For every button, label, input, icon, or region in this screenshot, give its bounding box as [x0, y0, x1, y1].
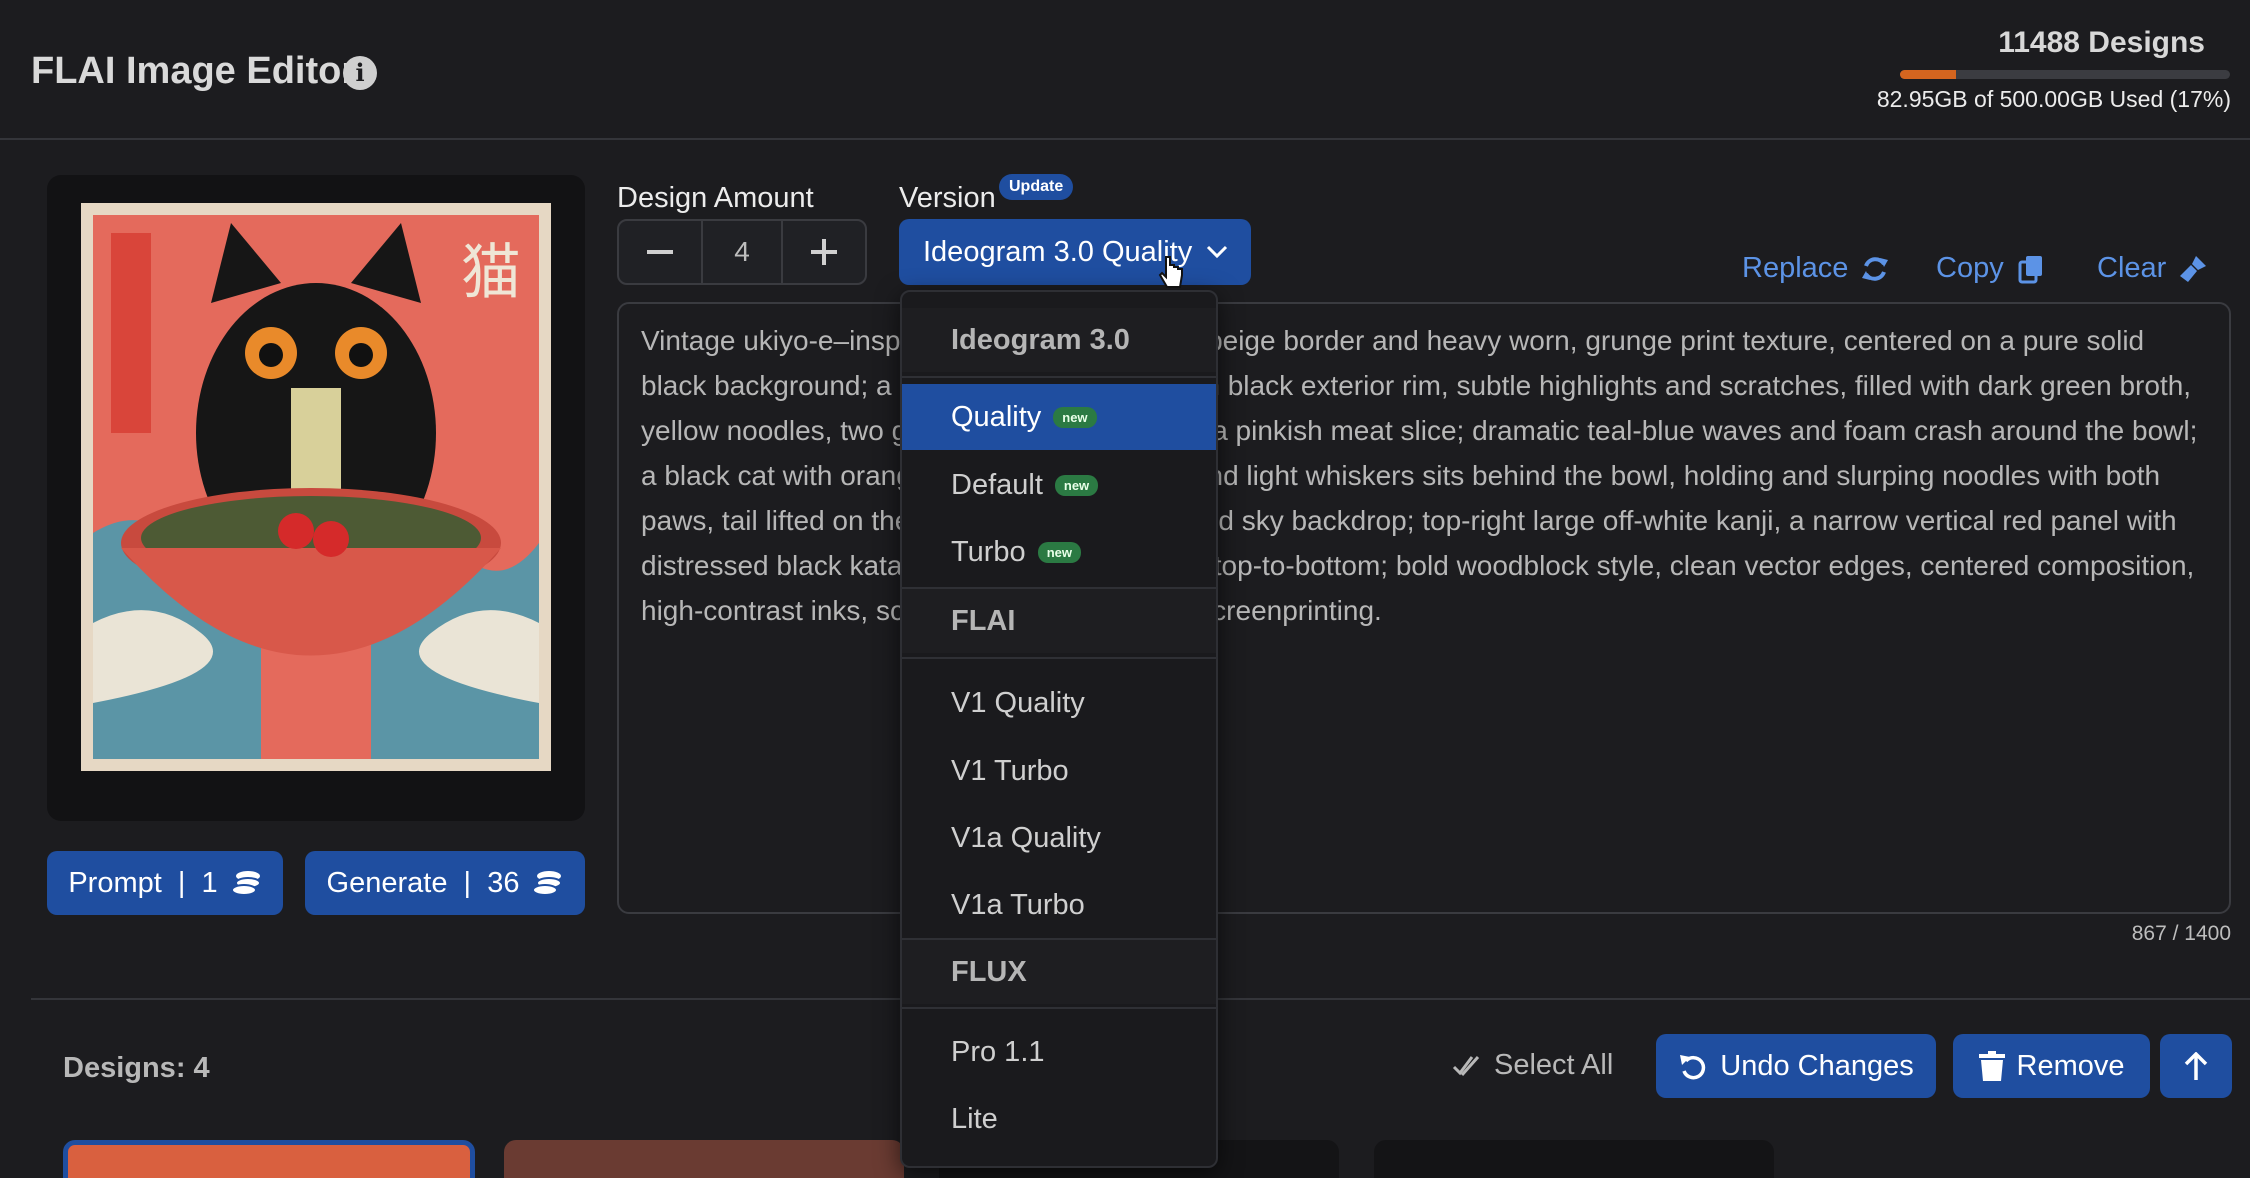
coins-icon: [532, 871, 563, 896]
new-badge: new: [1037, 541, 1081, 563]
check-double-icon: [1452, 1055, 1480, 1076]
scroll-up-button[interactable]: [2160, 1034, 2232, 1098]
refresh-icon: [1862, 256, 1889, 281]
info-icon[interactable]: i: [343, 56, 377, 90]
design-thumbnail[interactable]: [504, 1140, 904, 1178]
update-badge[interactable]: Update: [999, 174, 1074, 200]
dropdown-group-flux: FLUX: [902, 940, 1216, 1004]
dropdown-group-flai: FLAI: [902, 589, 1216, 653]
dropdown-item-label: Turbo: [951, 535, 1026, 568]
brush-icon: [2180, 255, 2207, 282]
svg-text:猫: 猫: [461, 238, 521, 308]
prompt-textarea[interactable]: Vintage ukiyo-e–inspired poster with an …: [617, 302, 2231, 914]
design-preview[interactable]: 猫: [47, 175, 585, 821]
arrow-up-icon: [2184, 1052, 2208, 1080]
new-badge: new: [1054, 474, 1099, 496]
dropdown-item-ideogram-turbo[interactable]: Turbo new: [902, 519, 1216, 585]
storage-progress-bar: [1900, 70, 2230, 79]
remove-label: Remove: [2016, 1049, 2125, 1082]
char-count: 867 / 1400: [2131, 922, 2231, 945]
version-selected-value: Ideogram 3.0 Quality: [923, 235, 1193, 268]
new-badge: new: [1053, 406, 1097, 428]
undo-label: Undo Changes: [1720, 1049, 1914, 1082]
dropdown-item-label: V1 Turbo: [951, 754, 1069, 787]
dropdown-item-lite[interactable]: Lite: [902, 1086, 1216, 1152]
design-amount-value[interactable]: 4: [701, 221, 783, 283]
version-select[interactable]: Ideogram 3.0 Quality: [899, 219, 1251, 285]
version-label: Version: [899, 182, 996, 214]
trash-icon: [1978, 1051, 2005, 1081]
undo-icon: [1680, 1055, 1706, 1080]
undo-changes-button[interactable]: Undo Changes: [1656, 1034, 1936, 1098]
chevron-down-icon: [1207, 245, 1228, 259]
dropdown-item-v1-turbo[interactable]: V1 Turbo: [902, 738, 1216, 804]
select-all-label: Select All: [1494, 1049, 1614, 1081]
replace-button[interactable]: Replace: [1742, 252, 1890, 285]
minus-icon: [647, 250, 673, 254]
coins-icon: [230, 871, 261, 896]
plus-icon: [811, 239, 837, 265]
dropdown-item-label: Default: [951, 468, 1043, 501]
dropdown-item-v1a-quality[interactable]: V1a Quality: [902, 805, 1216, 871]
copy-label: Copy: [1936, 252, 2004, 284]
prompt-button[interactable]: Prompt | 1: [47, 851, 283, 915]
clear-button[interactable]: Clear: [2097, 252, 2208, 285]
poster-image: 猫: [81, 203, 551, 771]
dropdown-group-ideogram: Ideogram 3.0: [902, 308, 1216, 372]
app-title: FLAI Image Editor: [31, 50, 357, 92]
dropdown-divider: [902, 657, 1216, 659]
dropdown-item-label: V1a Quality: [951, 821, 1101, 854]
clear-label: Clear: [2097, 252, 2167, 284]
design-amount-stepper[interactable]: 4: [617, 219, 867, 285]
generate-button-label: Generate | 36: [326, 866, 520, 899]
remove-button[interactable]: Remove: [1953, 1034, 2150, 1098]
design-amount-label: Design Amount: [617, 182, 814, 214]
dropdown-item-label: Lite: [951, 1102, 998, 1135]
designs-label: Designs: 4: [63, 1052, 210, 1084]
copy-button[interactable]: Copy: [1936, 252, 2046, 285]
dropdown-item-ideogram-default[interactable]: Default new: [902, 452, 1216, 518]
mouse-cursor-icon: [1158, 256, 1183, 288]
storage-text: 82.95GB of 500.00GB Used (17%): [1876, 86, 2231, 112]
replace-label: Replace: [1742, 252, 1849, 284]
dropdown-item-ideogram-quality[interactable]: Quality new: [902, 384, 1216, 450]
dropdown-item-label: Quality: [951, 400, 1042, 433]
dropdown-item-v1a-turbo[interactable]: V1a Turbo: [902, 872, 1216, 938]
version-dropdown-menu: Ideogram 3.0 Quality new Default new Tur…: [900, 290, 1218, 1168]
design-thumbnail[interactable]: [1374, 1140, 1774, 1178]
dropdown-item-label: V1a Turbo: [951, 888, 1085, 921]
select-all-button[interactable]: Select All: [1452, 1049, 1613, 1082]
decrement-button[interactable]: [619, 221, 701, 283]
dropdown-item-v1-quality[interactable]: V1 Quality: [902, 670, 1216, 736]
generate-button[interactable]: Generate | 36: [305, 851, 585, 915]
dropdown-item-label: V1 Quality: [951, 686, 1085, 719]
designs-count: 11488 Designs: [1998, 26, 2205, 59]
increment-button[interactable]: [783, 221, 865, 283]
dropdown-item-label: Pro 1.1: [951, 1035, 1045, 1068]
dropdown-divider: [902, 376, 1216, 378]
dropdown-divider: [902, 1007, 1216, 1009]
dropdown-item-pro-1-1[interactable]: Pro 1.1: [902, 1019, 1216, 1085]
storage-progress-fill: [1900, 70, 1957, 79]
copy-icon: [2018, 255, 2042, 283]
design-thumbnail[interactable]: [63, 1140, 475, 1178]
prompt-button-label: Prompt | 1: [68, 866, 218, 899]
